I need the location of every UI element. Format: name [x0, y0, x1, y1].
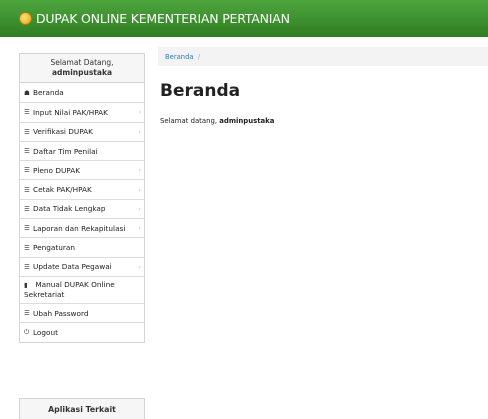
chevron-right-icon: ›: [138, 204, 141, 213]
list-icon: ☰: [24, 127, 30, 136]
welcome-message: Selamat datang, adminpustaka: [160, 117, 274, 125]
sidebar-item-update-pegawai[interactable]: ☰ Update Data Pegawai ›: [20, 256, 144, 276]
sidebar-item-input-nilai[interactable]: ☰ Input Nilai PAK/HPAK ›: [20, 102, 144, 121]
sidebar-item-beranda[interactable]: ☗ Beranda: [20, 83, 144, 102]
page-title: Beranda: [160, 81, 241, 101]
list-icon: ☰: [24, 147, 30, 156]
sidebar-menu: ☗ Beranda ☰ Input Nilai PAK/HPAK › ☰ Ver…: [19, 83, 145, 343]
sidebar-item-manual[interactable]: ▮ Manual DUPAK Online Sekretariat: [20, 275, 144, 303]
sidebar-item-label: Beranda: [33, 88, 64, 98]
power-icon: ⏻: [24, 327, 30, 336]
list-icon: ☰: [24, 243, 30, 252]
breadcrumb: Beranda /: [158, 47, 488, 66]
logo-icon: [19, 12, 32, 25]
chevron-right-icon: ›: [138, 185, 141, 194]
sidebar-item-label: Update Data Pegawai: [33, 262, 112, 272]
sidebar-item-label: Daftar Tim Penilai: [33, 146, 98, 156]
app-title[interactable]: DUPAK ONLINE KEMENTERIAN PERTANIAN: [36, 11, 290, 26]
sidebar-item-logout[interactable]: ⏻ Logout: [20, 322, 144, 341]
chevron-right-icon: ›: [138, 108, 141, 117]
related-apps-title: Aplikasi Terkait: [48, 405, 116, 414]
sidebar-item-data-tidak-lengkap[interactable]: ☰ Data Tidak Lengkap ›: [20, 198, 144, 218]
sidebar-item-label: Data Tidak Lengkap: [33, 204, 106, 214]
sidebar-item-label: Cetak PAK/HPAK: [33, 185, 92, 195]
sidebar-item-verifikasi[interactable]: ☰ Verifikasi DUPAK ›: [20, 121, 144, 141]
sidebar-item-cetak[interactable]: ☰ Cetak PAK/HPAK ›: [20, 179, 144, 198]
home-icon: ☗: [24, 88, 30, 97]
sidebar-item-text: Manual DUPAK Online Sekretariat: [24, 280, 115, 300]
breadcrumb-home-link[interactable]: Beranda: [165, 53, 194, 61]
sidebar-item-ubah-password[interactable]: ☰ Ubah Password: [20, 302, 144, 322]
list-icon: ☰: [24, 224, 30, 233]
sidebar-item-label: Logout: [33, 327, 58, 337]
sidebar-item-label: Laporan dan Rekapitulasi: [33, 223, 126, 233]
sidebar-item-label: Input Nilai PAK/HPAK: [33, 107, 108, 117]
list-icon: ☰: [24, 262, 30, 271]
related-apps-panel: Aplikasi Terkait: [19, 398, 145, 419]
chevron-right-icon: ›: [138, 166, 141, 175]
sidebar-item-pengaturan[interactable]: ☰ Pengaturan: [20, 237, 144, 256]
chevron-right-icon: ›: [138, 224, 141, 233]
breadcrumb-separator: /: [197, 53, 201, 61]
welcome-user: adminpustaka: [219, 117, 275, 125]
file-icon: ▮: [24, 281, 28, 290]
sidebar-item-label: Pengaturan: [33, 243, 75, 253]
sidebar-item-label: ▮ Manual DUPAK Online Sekretariat: [24, 280, 140, 299]
welcome-prefix: Selamat datang,: [160, 117, 218, 125]
sidebar-item-label: Verifikasi DUPAK: [33, 127, 93, 137]
chevron-right-icon: ›: [138, 262, 141, 271]
sidebar-item-laporan[interactable]: ☰ Laporan dan Rekapitulasi ›: [20, 218, 144, 237]
welcome-label: Selamat Datang,: [50, 58, 114, 67]
sidebar-item-label: Pleno DUPAK: [33, 165, 80, 175]
list-icon: ☰: [24, 166, 30, 175]
welcome-box: Selamat Datang, adminpustaka: [19, 53, 145, 83]
list-icon: ☰: [24, 204, 30, 213]
top-navbar: DUPAK ONLINE KEMENTERIAN PERTANIAN: [0, 0, 488, 37]
list-icon: ☰: [24, 309, 30, 318]
chevron-right-icon: ›: [138, 127, 141, 136]
list-icon: ☰: [24, 108, 30, 117]
sidebar: Selamat Datang, adminpustaka ☗ Beranda ☰…: [19, 53, 145, 343]
sidebar-item-label: Ubah Password: [33, 308, 89, 318]
sidebar-item-pleno[interactable]: ☰ Pleno DUPAK ›: [20, 160, 144, 179]
welcome-username: adminpustaka: [51, 68, 113, 77]
list-icon: ☰: [24, 185, 30, 194]
sidebar-item-daftar-tim[interactable]: ☰ Daftar Tim Penilai: [20, 140, 144, 160]
